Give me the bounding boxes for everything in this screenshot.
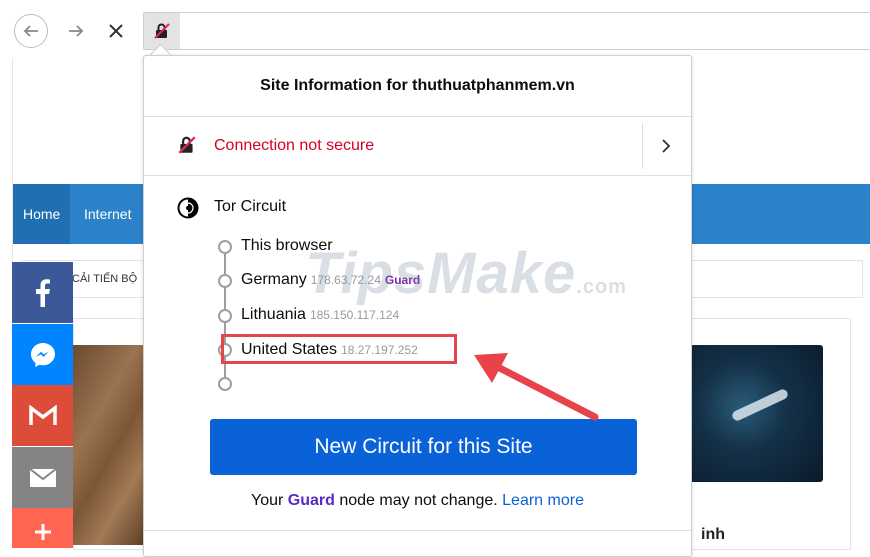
messenger-icon bbox=[30, 342, 55, 367]
note-prefix: Your bbox=[251, 492, 284, 509]
divider bbox=[144, 530, 691, 531]
circuit-node-dot bbox=[218, 240, 232, 254]
back-arrow-icon bbox=[23, 25, 38, 37]
share-messenger-button[interactable] bbox=[12, 324, 73, 385]
watermark-suffix: .com bbox=[576, 276, 627, 298]
circuit-node-dot bbox=[218, 309, 232, 323]
ticker-text[interactable]: CẢI TIẾN BỘ bbox=[72, 273, 137, 285]
forward-arrow-icon bbox=[69, 25, 84, 37]
share-more-button[interactable] bbox=[12, 508, 73, 548]
article-heading-fragment[interactable]: inh bbox=[701, 526, 725, 544]
new-circuit-button[interactable]: New Circuit for this Site bbox=[210, 419, 637, 475]
circuit-node-dot bbox=[218, 274, 232, 288]
url-bar[interactable] bbox=[143, 12, 870, 50]
facebook-icon bbox=[35, 278, 50, 307]
guard-note: Your Guard node may not change. Learn mo… bbox=[144, 492, 691, 510]
stop-button[interactable] bbox=[99, 14, 133, 48]
watermark-main: TipsMake bbox=[305, 241, 577, 306]
chevron-right-icon[interactable] bbox=[660, 137, 672, 155]
share-email-button[interactable] bbox=[12, 447, 73, 508]
browser-toolbar bbox=[0, 0, 870, 58]
watermark: TipsMake.com bbox=[305, 240, 627, 307]
forward-button[interactable] bbox=[59, 14, 93, 48]
learn-more-link[interactable]: Learn more bbox=[502, 492, 584, 509]
popup-title: Site Information for thuthuatphanmem.vn bbox=[144, 56, 691, 117]
connection-status-label: Connection not secure bbox=[214, 137, 375, 154]
circuit-node-dot bbox=[218, 377, 232, 391]
tor-onion-icon bbox=[177, 197, 199, 219]
node-ip: 185.150.117.124 bbox=[309, 308, 400, 322]
node-name: Germany bbox=[241, 271, 307, 288]
tor-circuit-title: Tor Circuit bbox=[214, 198, 287, 215]
node-name: Lithuania bbox=[241, 306, 306, 323]
gmail-icon bbox=[28, 404, 57, 425]
connection-status-row[interactable]: Connection not secure bbox=[144, 117, 691, 176]
highlight-box bbox=[221, 334, 457, 364]
share-facebook-button[interactable] bbox=[12, 262, 73, 323]
article-thumbnail[interactable] bbox=[73, 345, 143, 545]
insecure-lock-icon bbox=[154, 23, 170, 39]
note-middle: node may not change. bbox=[339, 492, 498, 509]
plus-icon bbox=[34, 524, 51, 540]
note-guard: Guard bbox=[287, 492, 335, 509]
stop-icon bbox=[109, 24, 123, 38]
circuit-node-lithuania: Lithuania 185.150.117.124 bbox=[241, 306, 399, 324]
divider bbox=[642, 123, 643, 169]
annotation-arrow-icon bbox=[474, 353, 599, 421]
insecure-lock-icon bbox=[178, 136, 196, 154]
share-gmail-button[interactable] bbox=[12, 385, 73, 446]
back-button[interactable] bbox=[14, 14, 48, 48]
nav-home[interactable]: Home bbox=[13, 184, 71, 244]
nav-internet[interactable]: Internet bbox=[74, 184, 141, 244]
site-info-button[interactable] bbox=[144, 13, 180, 49]
article-image[interactable] bbox=[690, 345, 823, 482]
envelope-icon bbox=[28, 467, 57, 487]
